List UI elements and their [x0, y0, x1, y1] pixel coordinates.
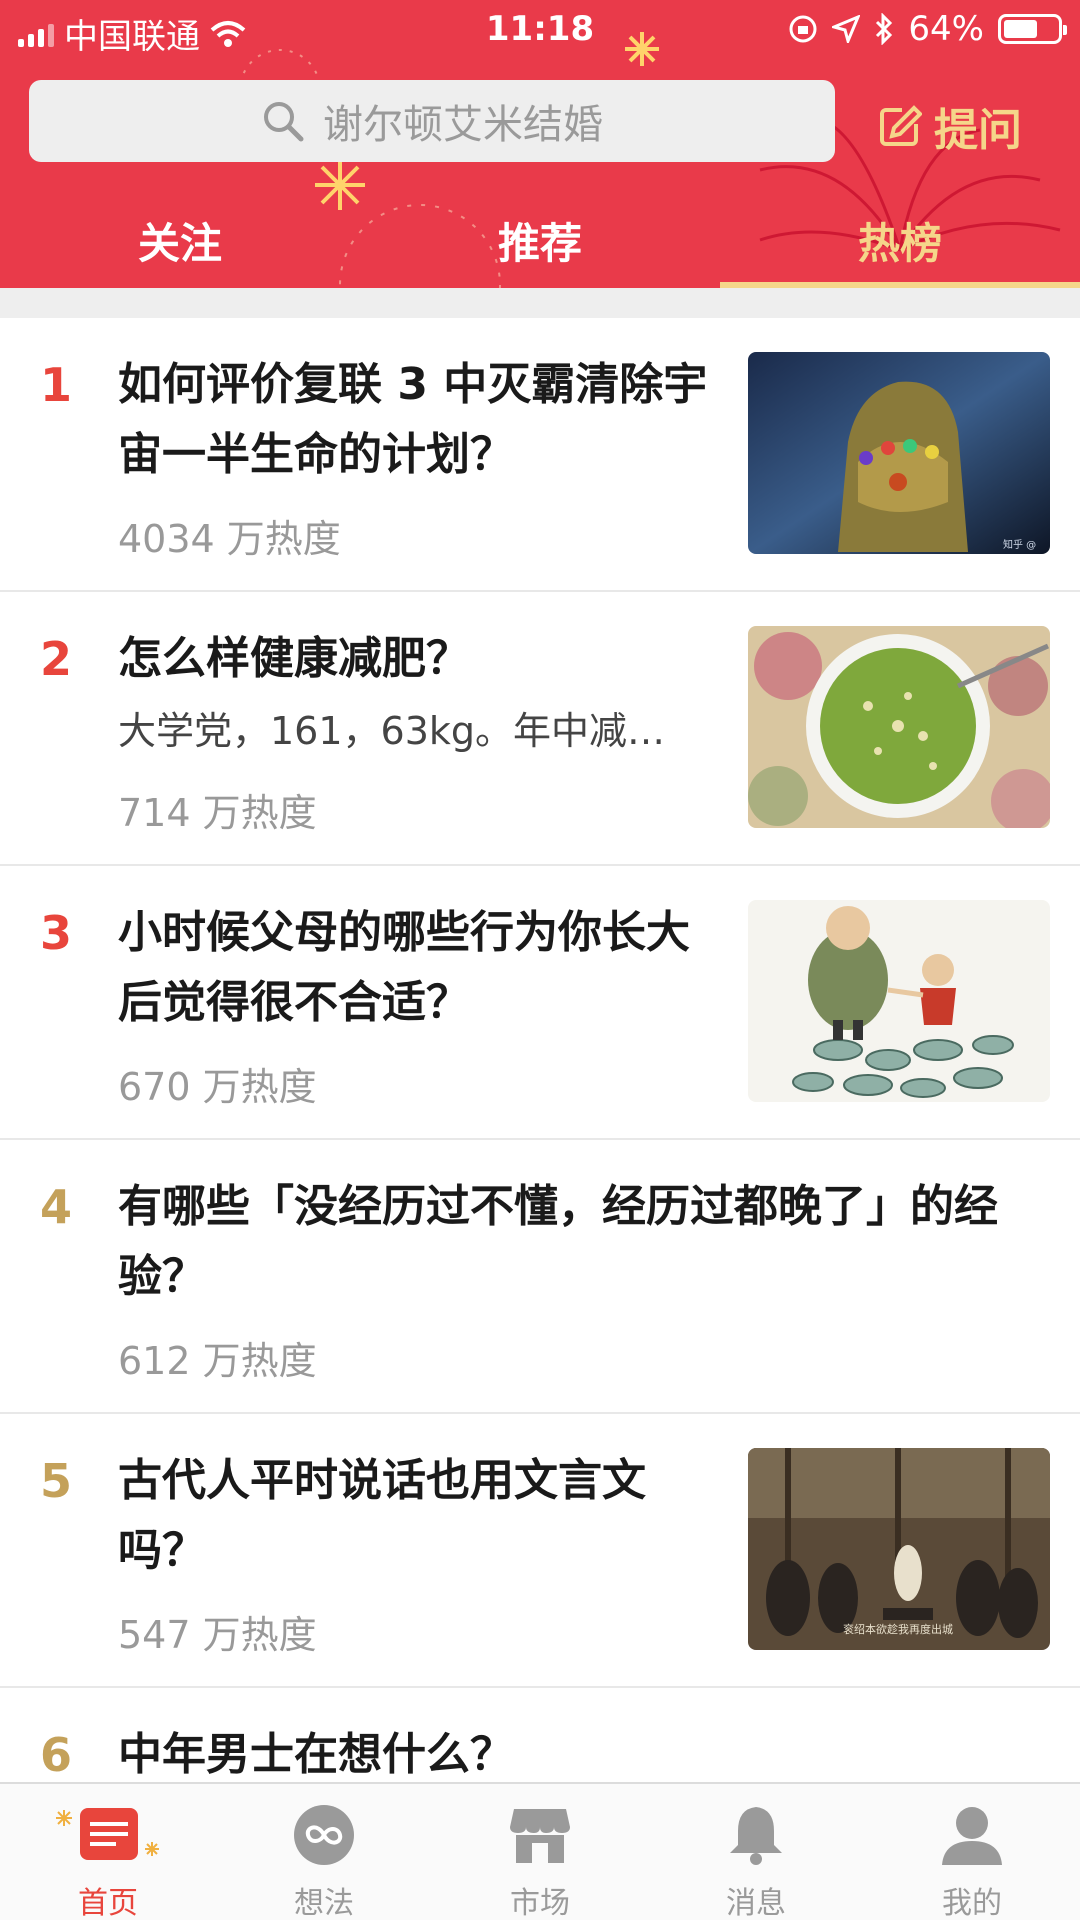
ideas-icon — [294, 1805, 354, 1865]
edit-icon — [880, 105, 922, 146]
list-item[interactable]: 3 小时候父母的哪些行为你长大后觉得很不合适？ 670 万热度 — [0, 866, 1080, 1140]
app-header: 中国联通 11:18 64% 谢尔顿艾米结婚 提问 关注 推荐 热榜 — [0, 0, 1080, 288]
nav-label: 我的 — [942, 1886, 1002, 1920]
rank-number: 6 — [40, 1728, 73, 1782]
question-title[interactable]: 古代人平时说话也用文言文吗？ — [118, 1446, 728, 1586]
market-icon — [510, 1809, 570, 1863]
search-placeholder: 谢尔顿艾米结婚 — [323, 102, 603, 148]
green-soup-image[interactable] — [748, 626, 1050, 828]
rank-number: 4 — [40, 1180, 73, 1234]
question-title[interactable]: 中年男士在想什么？ — [118, 1720, 1018, 1790]
svg-text:衮绍本欲趁我再度出城: 衮绍本欲趁我再度出城 — [843, 1622, 953, 1636]
search-bar[interactable]: 谢尔顿艾米结婚 — [29, 80, 835, 162]
section-divider — [0, 288, 1080, 318]
battery-percent: 64% — [908, 9, 984, 49]
question-title[interactable]: 小时候父母的哪些行为你长大后觉得很不合适？ — [118, 898, 728, 1038]
tab-following[interactable]: 关注 — [0, 210, 360, 271]
drama-scene-image[interactable]: 衮绍本欲趁我再度出城 — [748, 1448, 1050, 1650]
rank-number: 5 — [40, 1454, 73, 1508]
rank-number: 1 — [40, 358, 73, 412]
list-item[interactable]: 1 如何评价复联 3 中灭霸清除宇宙一半生命的计划？ 4034 万热度 知乎 @ — [0, 318, 1080, 592]
question-title[interactable]: 怎么样健康减肥？ — [118, 624, 728, 694]
tab-hot-list[interactable]: 热榜 — [720, 210, 1080, 271]
home-icon — [56, 1808, 159, 1860]
nav-market[interactable]: 市场 — [432, 1800, 648, 1920]
heat-count: 714 万热度 — [118, 791, 317, 835]
search-icon — [264, 102, 304, 142]
status-bar: 中国联通 11:18 64% — [0, 0, 1080, 58]
list-item[interactable]: 5 古代人平时说话也用文言文吗？ 547 万热度 衮绍本欲趁我再度出城 — [0, 1414, 1080, 1688]
heat-count: 4034 万热度 — [118, 517, 341, 561]
profile-icon — [942, 1807, 1002, 1865]
cartoon-parent-child-image[interactable] — [748, 900, 1050, 1102]
bell-icon — [730, 1807, 782, 1865]
ask-question-button[interactable]: 提问 — [878, 94, 1022, 158]
rank-number: 3 — [40, 906, 73, 960]
location-icon — [832, 15, 861, 43]
nav-messages[interactable]: 消息 — [648, 1800, 864, 1920]
question-title[interactable]: 如何评价复联 3 中灭霸清除宇宙一半生命的计划？ — [118, 350, 728, 490]
nav-label: 消息 — [726, 1886, 786, 1920]
nav-label: 想法 — [294, 1886, 354, 1920]
tab-recommended[interactable]: 推荐 — [360, 210, 720, 271]
ask-label: 提问 — [934, 105, 1022, 156]
question-title[interactable]: 有哪些「没经历过不懂，经历过都晚了」的经验？ — [118, 1172, 1018, 1312]
heat-count: 612 万热度 — [118, 1339, 317, 1383]
nav-label: 市场 — [510, 1886, 570, 1920]
rotation-lock-icon — [789, 15, 817, 43]
battery-icon — [998, 14, 1067, 44]
rank-number: 2 — [40, 632, 73, 686]
nav-home[interactable]: 首页 — [0, 1800, 216, 1920]
heat-count: 547 万热度 — [118, 1613, 317, 1657]
gauntlet-image[interactable]: 知乎 @ — [748, 352, 1050, 554]
nav-label: 首页 — [78, 1886, 138, 1920]
heat-count: 670 万热度 — [118, 1065, 317, 1109]
list-item[interactable]: 4 有哪些「没经历过不懂，经历过都晚了」的经验？ 612 万热度 — [0, 1140, 1080, 1414]
nav-ideas[interactable]: 想法 — [216, 1800, 432, 1920]
answer-excerpt: 大学党，161，63kg。年中减… — [118, 709, 666, 753]
bluetooth-icon — [876, 13, 893, 45]
nav-profile[interactable]: 我的 — [864, 1800, 1080, 1920]
bottom-nav: 首页 想法 市场 消息 我的 — [0, 1782, 1080, 1920]
list-item[interactable]: 2 怎么样健康减肥？ 大学党，161，63kg。年中减… 714 万热度 — [0, 592, 1080, 866]
top-tabs: 关注 推荐 热榜 — [0, 200, 1080, 288]
svg-text:知乎 @: 知乎 @ — [1003, 538, 1036, 551]
